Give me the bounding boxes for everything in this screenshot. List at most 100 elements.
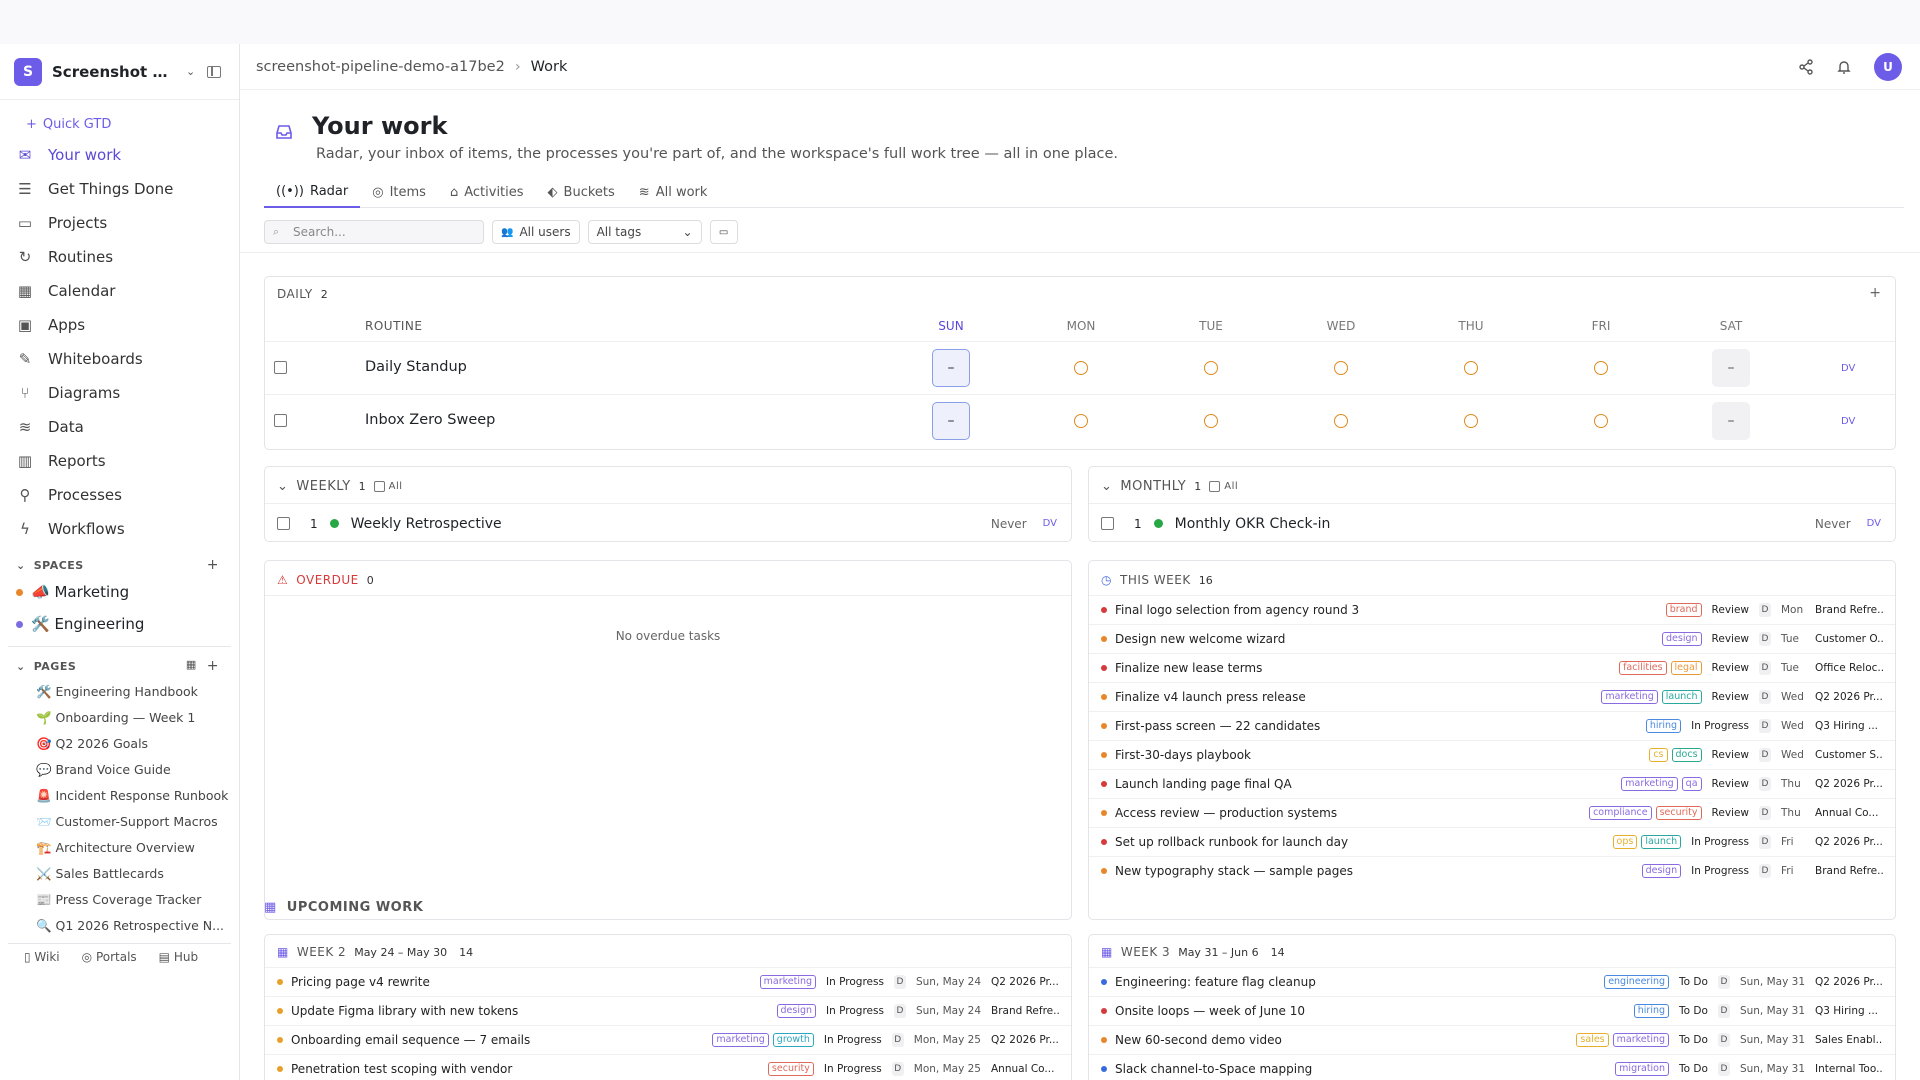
today-cell[interactable]: – (932, 402, 970, 440)
task-row[interactable]: Slack channel-to-Space mapping migration T… (1089, 1054, 1895, 1080)
pending-circle-icon[interactable] (1464, 361, 1478, 375)
task-row[interactable]: Penetration test scoping with vendor secu… (265, 1054, 1071, 1080)
sidebar-space-item[interactable]: 🛠️ Engineering (0, 608, 239, 640)
sidebar-item-your-work[interactable]: ✉ Your work (0, 138, 239, 172)
monthly-select-all[interactable] (1209, 481, 1221, 492)
chevron-down-icon[interactable]: ⌄ (186, 65, 195, 78)
task-row[interactable]: New 60-second demo video sales marketing To… (1089, 1025, 1895, 1054)
sidebar-item-data[interactable]: ≋ Data (0, 410, 239, 444)
task-row[interactable]: First-30-days playbook cs docs Review D Wed Cu… (1089, 740, 1895, 769)
sidebar-page-item[interactable]: ⚔️ Sales Battlecards (0, 861, 239, 887)
sidebar-item-get-things-done[interactable]: ☰ Get Things Done (0, 172, 239, 206)
routine-row[interactable]: Daily Standup – – DV (265, 341, 1895, 394)
sidebar-page-item[interactable]: 🛠️ Engineering Handbook (0, 679, 239, 705)
sidebar-item-calendar[interactable]: ▦ Calendar (0, 274, 239, 308)
sidebar-item-diagrams[interactable]: ⑂ Diagrams (0, 376, 239, 410)
sidebar-page-item[interactable]: 💬 Brand Voice Guide (0, 757, 239, 783)
today-cell[interactable]: – (932, 349, 970, 387)
sidebar-item-projects[interactable]: ▭ Projects (0, 206, 239, 240)
portals-link[interactable]: ◎ Portals (82, 950, 137, 964)
sidebar-page-item[interactable]: 📰 Press Coverage Tracker (0, 887, 239, 913)
assignee-badge: D (1759, 777, 1771, 791)
workspace-switcher[interactable]: S Screenshot Pi... ⌄ (0, 44, 239, 100)
hub-link[interactable]: ▤ Hub (159, 950, 198, 964)
sidebar-item-workflows[interactable]: ϟ Workflows (0, 512, 239, 546)
monthly-item-checkbox[interactable] (1101, 517, 1114, 530)
add-routine-icon[interactable]: + (1869, 285, 1881, 301)
pending-circle-icon[interactable] (1334, 414, 1348, 428)
template-icon[interactable]: ▦ (186, 658, 197, 674)
pending-circle-icon[interactable] (1074, 414, 1088, 428)
task-row[interactable]: First-pass screen — 22 candidates hiring I… (1089, 711, 1895, 740)
sidebar-item-whiteboards[interactable]: ✎ Whiteboards (0, 342, 239, 376)
off-day-cell[interactable]: – (1712, 402, 1750, 440)
tag-badge: docs (1671, 748, 1702, 762)
sidebar-space-item[interactable]: 📣 Marketing (0, 576, 239, 608)
task-row[interactable]: Engineering: feature flag cleanup enginee… (1089, 967, 1895, 996)
routine-checkbox[interactable] (274, 361, 287, 374)
task-row[interactable]: Update Figma library with new tokens desi… (265, 996, 1071, 1025)
sidebar-page-item[interactable]: 🌱 Onboarding — Week 1 (0, 705, 239, 731)
quick-gtd-button[interactable]: + Quick GTD (26, 114, 239, 134)
pending-circle-icon[interactable] (1334, 361, 1348, 375)
add-page-icon[interactable]: + (207, 658, 219, 674)
tags-select[interactable]: All tags ⌄ (587, 220, 702, 244)
pending-circle-icon[interactable] (1074, 361, 1088, 375)
sidebar-page-item[interactable]: 🏗️ Architecture Overview (0, 835, 239, 861)
task-status: In Progress (823, 1063, 882, 1075)
share-icon[interactable] (1798, 59, 1814, 75)
chevron-down-icon[interactable]: ⌄ (16, 660, 26, 673)
tab-activities[interactable]: ⌂ Activities (438, 176, 536, 208)
daily-count: 2 (320, 287, 328, 301)
task-row[interactable]: Final logo selection from agency round 3… (1089, 595, 1895, 624)
avatar[interactable]: U (1874, 53, 1902, 81)
task-row[interactable]: Onboarding email sequence — 7 emails mark… (265, 1025, 1071, 1054)
chevron-down-icon[interactable]: ⌄ (16, 559, 26, 572)
task-row[interactable]: Access review — production systems compli… (1089, 798, 1895, 827)
sidebar-item-routines[interactable]: ↻ Routines (0, 240, 239, 274)
tab-items[interactable]: ◎ Items (360, 176, 438, 208)
sidebar-page-item[interactable]: 🎯 Q2 2026 Goals (0, 731, 239, 757)
weekly-select-all[interactable] (373, 481, 385, 492)
sidebar-page-item[interactable]: 📨 Customer-Support Macros (0, 809, 239, 835)
task-row[interactable]: New typography stack — sample pages desig… (1089, 856, 1895, 885)
sidebar-page-item[interactable]: 🔍 Q1 2026 Retrospective N... (0, 913, 239, 939)
list-item[interactable]: 1 Monthly OKR Check-in Never DV (1089, 503, 1895, 541)
archive-button[interactable]: ▭ (709, 220, 738, 244)
sidebar-item-processes[interactable]: ⚲ Processes (0, 478, 239, 512)
users-filter[interactable]: 👥 All users (492, 220, 580, 244)
task-row[interactable]: Onsite loops — week of June 10 hiring To D… (1089, 996, 1895, 1025)
task-row[interactable]: Design new welcome wizard design Review D Tu… (1089, 624, 1895, 653)
task-row[interactable]: Set up rollback runbook for launch day op… (1089, 827, 1895, 856)
sidebar-item-reports[interactable]: ▥ Reports (0, 444, 239, 478)
task-row[interactable]: Pricing page v4 rewrite marketing In Progr… (265, 967, 1071, 996)
task-row[interactable]: Finalize new lease terms facilities legal R… (1089, 653, 1895, 682)
sidebar-page-item[interactable]: 🚨 Incident Response Runbook (0, 783, 239, 809)
tab-all-work[interactable]: ≋ All work (627, 176, 720, 208)
chevron-down-icon[interactable]: ⌄ (277, 479, 288, 494)
sidebar-toggle-icon[interactable] (207, 65, 222, 78)
bell-icon[interactable] (1836, 59, 1852, 75)
search-input[interactable]: ⌕ Search... (264, 220, 484, 244)
sidebar-item-apps[interactable]: ▣ Apps (0, 308, 239, 342)
pending-circle-icon[interactable] (1464, 414, 1478, 428)
pending-circle-icon[interactable] (1594, 361, 1608, 375)
tab-radar[interactable]: ((•)) Radar (264, 176, 361, 208)
task-row[interactable]: Launch landing page final QA marketing qa R… (1089, 769, 1895, 798)
routine-row[interactable]: Inbox Zero Sweep – – DV (265, 394, 1895, 447)
add-space-icon[interactable]: + (207, 557, 219, 573)
breadcrumb-workspace[interactable]: screenshot-pipeline-demo-a17be2 (256, 59, 505, 75)
weekly-item-checkbox[interactable] (277, 517, 290, 530)
chevron-down-icon[interactable]: ⌄ (1101, 479, 1112, 494)
tab-buckets[interactable]: ⬖ Buckets (536, 176, 627, 208)
routine-checkbox[interactable] (274, 414, 287, 427)
list-item[interactable]: 1 Weekly Retrospective Never DV (265, 503, 1071, 541)
pending-circle-icon[interactable] (1204, 414, 1218, 428)
pending-circle-icon[interactable] (1204, 361, 1218, 375)
pending-circle-icon[interactable] (1594, 414, 1608, 428)
task-date: Mon, May 25 (913, 1034, 981, 1046)
wiki-link[interactable]: ▯ Wiki (24, 950, 60, 964)
off-day-cell[interactable]: – (1712, 349, 1750, 387)
task-row[interactable]: Finalize v4 launch press release marketin… (1089, 682, 1895, 711)
task-title: Slack channel-to-Space mapping (1115, 1062, 1313, 1076)
